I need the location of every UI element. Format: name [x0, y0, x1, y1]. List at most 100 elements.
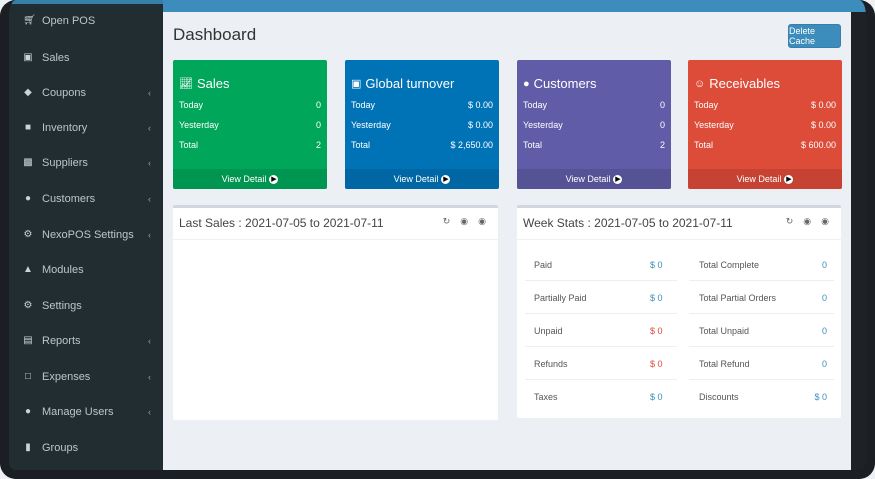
stat-value: $ 0	[650, 392, 663, 402]
link-label: View Detail	[736, 174, 782, 184]
arrow-circle-right-icon: ▶	[784, 174, 794, 184]
link-label: View Detail	[393, 174, 439, 184]
stat-value: 0	[821, 260, 827, 270]
row-value: 0	[659, 100, 665, 110]
row-label: Total	[694, 140, 714, 150]
sidebar-item-modules[interactable]: ▲ Modules	[9, 255, 163, 285]
week-stats-panel: Week Stats : 2021-07-05 to 2021-07-11 ↻ …	[517, 205, 841, 418]
stat-label: Paid	[534, 260, 553, 270]
row-label: Total	[523, 140, 543, 150]
row-value: $ 0.00	[467, 100, 493, 110]
sidebar-item-nexopos-settings[interactable]: ⚙ NexoPOS Settings ‹	[9, 220, 163, 250]
sidebar-item-label: Groups	[42, 442, 79, 454]
stat-value: 0	[821, 293, 827, 303]
stat-value: $ 0	[650, 293, 663, 303]
shield-icon: ▮	[25, 442, 31, 453]
line-chart-icon: 📈︎	[179, 78, 193, 90]
sidebar-item-suppliers[interactable]: ▩ Suppliers ‹	[9, 148, 163, 178]
refresh-icon[interactable]: ↻	[443, 216, 451, 227]
row-label: Total	[179, 140, 199, 150]
panel-tools: ↻ ◉ ◉	[786, 216, 829, 227]
link-label: View Detail	[565, 174, 611, 184]
card-row: Yesterday 0	[179, 120, 321, 130]
collapse-icon[interactable]: ◉	[803, 216, 811, 227]
bar-chart-icon: ▤	[23, 335, 33, 346]
stat-value: $ 0	[650, 260, 663, 270]
stat-label: Total Refund	[699, 359, 750, 369]
row-label: Yesterday	[523, 120, 563, 130]
view-detail-link[interactable]: View Detail ▶	[173, 169, 327, 189]
sidebar-item-manage-users[interactable]: ● Manage Users ‹	[9, 397, 163, 427]
divider	[689, 280, 834, 281]
gear-icon: ⚙	[23, 229, 33, 240]
expand-icon[interactable]: ◉	[821, 216, 829, 227]
card-row: Yesterday $ 0.00	[351, 120, 493, 130]
sidebar-item-groups[interactable]: ▮ Groups	[9, 433, 163, 463]
global-turnover-card: ▣ Global turnover Today $ 0.00 Yesterday $ …	[345, 60, 499, 189]
sidebar-item-open-pos[interactable]: 🛒︎ Open POS	[9, 6, 163, 36]
card-row: Yesterday $ 0.00	[694, 120, 836, 130]
row-value: $ 0.00	[810, 100, 836, 110]
view-detail-link[interactable]: View Detail ▶	[517, 169, 671, 189]
card-row: Yesterday 0	[523, 120, 665, 130]
sidebar-item-coupons[interactable]: ◆ Coupons ‹	[9, 78, 163, 108]
row-label: Today	[351, 100, 376, 110]
money-icon: ▣	[351, 78, 362, 90]
divider	[525, 346, 677, 347]
chevron-left-icon: ‹	[148, 194, 151, 204]
row-value: 2	[315, 140, 321, 150]
divider	[689, 346, 834, 347]
sidebar-item-expenses[interactable]: □ Expenses ‹	[9, 362, 163, 392]
sidebar-item-label: Manage Users	[42, 406, 114, 418]
receivables-card: ☺ Receivables Today $ 0.00 Yesterday $ 0.00…	[688, 60, 842, 189]
card-row: Today 0	[179, 100, 321, 110]
row-label: Yesterday	[694, 120, 734, 130]
sidebar-item-settings[interactable]: ⚙ Settings	[9, 291, 163, 321]
arrow-circle-right-icon: ▶	[269, 174, 279, 184]
card-title: Customers	[533, 76, 597, 91]
stat-label: Refunds	[534, 359, 568, 369]
sidebar-item-customers[interactable]: ● Customers ‹	[9, 184, 163, 214]
card-row: Today $ 0.00	[694, 100, 836, 110]
sidebar-item-label: Open POS	[42, 15, 96, 27]
truck-icon: ▩	[23, 157, 33, 168]
collapse-icon[interactable]: ◉	[460, 216, 468, 227]
card-header: 📈︎ Sales	[179, 76, 230, 91]
smile-icon: ☺	[694, 77, 706, 90]
sidebar-item-label: Modules	[42, 264, 84, 276]
chevron-left-icon: ‹	[148, 230, 151, 240]
expand-icon[interactable]: ◉	[478, 216, 486, 227]
sidebar-item-label: Reports	[42, 335, 81, 347]
divider	[517, 239, 841, 240]
users-icon: ●	[24, 406, 32, 417]
stat-value: $ 0	[650, 326, 663, 336]
sidebar-item-inventory[interactable]: ■ Inventory ‹	[9, 113, 163, 143]
cogs-icon: ⚙	[23, 300, 33, 311]
refresh-icon[interactable]: ↻	[786, 216, 794, 227]
row-label: Total	[351, 140, 371, 150]
stat-label: Taxes	[534, 392, 558, 402]
chevron-left-icon: ‹	[148, 88, 151, 98]
row-value: $ 2,650.00	[450, 140, 493, 150]
sidebar-item-label: Expenses	[42, 371, 91, 383]
puzzle-icon: ▲	[23, 264, 33, 275]
view-detail-link[interactable]: View Detail ▶	[345, 169, 499, 189]
sidebar-item-reports[interactable]: ▤ Reports ‹	[9, 326, 163, 356]
card-header: ☺ Receivables	[694, 76, 780, 91]
row-label: Today	[523, 100, 548, 110]
row-value: 0	[659, 120, 665, 130]
delete-cache-button[interactable]: Delete Cache	[788, 24, 841, 48]
sidebar-item-label: Coupons	[42, 87, 87, 99]
cart-icon: 🛒︎	[23, 15, 36, 26]
basket-icon: ▣	[23, 52, 33, 63]
row-label: Yesterday	[179, 120, 219, 130]
view-detail-link[interactable]: View Detail ▶	[688, 169, 842, 189]
row-value: $ 600.00	[800, 140, 836, 150]
stat-value: $ 0	[650, 359, 663, 369]
chevron-left-icon: ‹	[148, 158, 151, 168]
sidebar-item-label: Suppliers	[42, 157, 88, 169]
sidebar-item-sales[interactable]: ▣ Sales	[9, 43, 163, 73]
card-header: ▣ Global turnover	[351, 76, 454, 91]
card-row: Today 0	[523, 100, 665, 110]
card-row: Total $ 2,650.00	[351, 140, 493, 150]
